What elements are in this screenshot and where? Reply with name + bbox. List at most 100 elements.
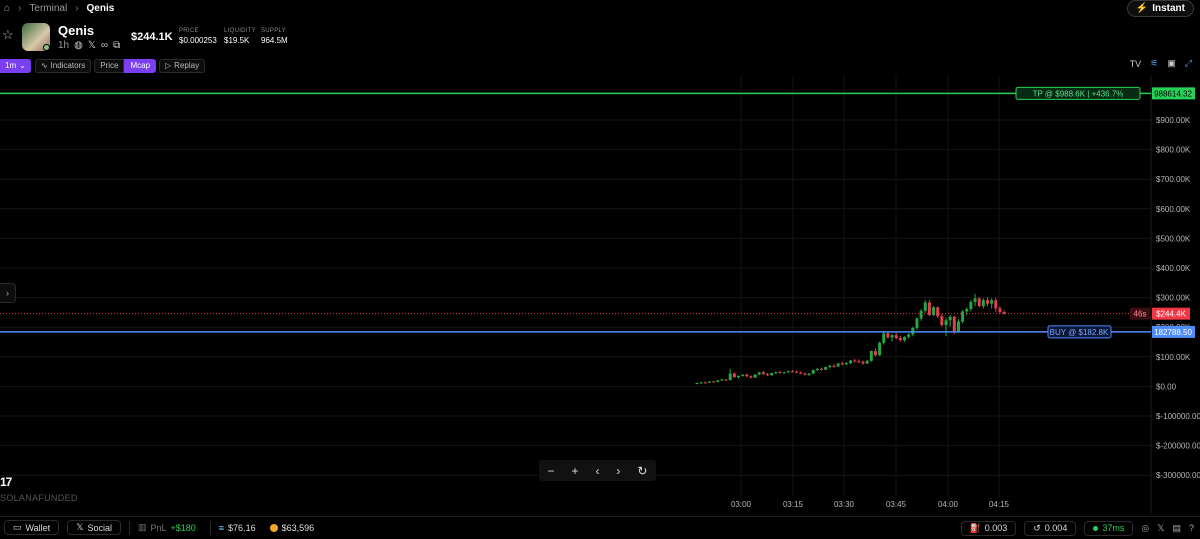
coin-balance: $63,596 bbox=[269, 522, 315, 533]
candle bbox=[799, 372, 803, 374]
indicators-label: Indicators bbox=[50, 61, 86, 70]
mcap-toggle[interactable]: Mcap bbox=[124, 58, 157, 73]
candle bbox=[961, 311, 965, 322]
social-label: Social bbox=[87, 522, 112, 533]
time-axis-label: 03:00 bbox=[731, 500, 752, 509]
star-icon[interactable]: ☆ bbox=[2, 28, 14, 41]
token-name: Qenis bbox=[58, 23, 95, 38]
breadcrumb: ⌂ › Terminal › Qenis bbox=[0, 0, 1200, 17]
time-axis-label: 03:15 bbox=[783, 500, 804, 509]
status-dot bbox=[43, 44, 50, 51]
candle bbox=[695, 383, 699, 385]
coin-balance-value: $63,596 bbox=[281, 522, 315, 533]
candle bbox=[998, 308, 1002, 312]
price-axis-label: $400.00K bbox=[1156, 264, 1191, 273]
candle bbox=[790, 371, 794, 373]
price-toggle[interactable]: Price bbox=[94, 58, 125, 73]
candle bbox=[973, 298, 977, 302]
stat-price: PRICE $0.000253 bbox=[179, 28, 217, 45]
social-button[interactable]: 𝕏 Social bbox=[67, 520, 121, 535]
market-cap: $244.1K bbox=[131, 31, 173, 43]
wallet-button[interactable]: ▭ Wallet bbox=[4, 520, 60, 535]
time-axis-label: 04:15 bbox=[989, 500, 1010, 509]
home-icon[interactable]: ⌂ bbox=[4, 3, 10, 14]
candle bbox=[836, 363, 840, 367]
expand-icon[interactable]: ⤢ bbox=[1185, 58, 1192, 69]
play-icon: ▷ bbox=[165, 61, 172, 70]
candle bbox=[757, 372, 761, 375]
reset-chart-button[interactable]: ↻ bbox=[637, 464, 647, 478]
ping-dot bbox=[1093, 525, 1099, 531]
price-axis-label: $700.00K bbox=[1156, 175, 1191, 184]
price-axis-label: $800.00K bbox=[1156, 146, 1191, 155]
link-icon[interactable]: ∞ bbox=[101, 40, 108, 51]
replay-button[interactable]: ▷ Replay bbox=[159, 58, 206, 73]
candle bbox=[977, 298, 981, 307]
candle bbox=[919, 310, 923, 319]
chart-canvas[interactable]: $900.00K $800.00K $700.00K $600.00K $500.00K… bbox=[0, 76, 1200, 514]
replay-label: Replay bbox=[174, 61, 200, 70]
timeframe-select[interactable]: 1m ⌄ bbox=[0, 58, 31, 73]
zoom-out-button[interactable]: − bbox=[547, 464, 554, 478]
candle bbox=[749, 376, 753, 378]
x-icon[interactable]: 𝕏 bbox=[88, 40, 96, 51]
candle bbox=[849, 360, 853, 363]
buy-axis-value: 182788.50 bbox=[1154, 328, 1192, 337]
candle bbox=[944, 320, 948, 326]
candle bbox=[861, 361, 865, 364]
lightning-icon: ⚡ bbox=[1135, 3, 1149, 14]
price-axis-label: $0.00 bbox=[1156, 382, 1177, 391]
docs-icon[interactable]: ▤ bbox=[1172, 523, 1181, 534]
candle bbox=[969, 301, 973, 310]
drawing-tool-icon[interactable]: ⚟ bbox=[1150, 58, 1158, 69]
tradingview-icon[interactable]: TV bbox=[1130, 59, 1142, 69]
candle bbox=[712, 381, 716, 383]
scroll-left-button[interactable]: ‹ bbox=[595, 464, 599, 478]
bribe-fee-button[interactable]: ↺ 0.004 bbox=[1024, 520, 1077, 536]
candle bbox=[778, 372, 782, 374]
candle bbox=[994, 300, 998, 309]
chevron-right-icon: › bbox=[18, 3, 22, 14]
scroll-right-button[interactable]: › bbox=[616, 464, 620, 478]
price-axis-label: $100.00K bbox=[1156, 353, 1191, 362]
zoom-in-button[interactable]: + bbox=[571, 464, 578, 478]
watermark: SOLANAFUNDED bbox=[0, 493, 78, 503]
candle bbox=[890, 335, 894, 338]
time-axis-label: 03:45 bbox=[886, 500, 907, 509]
indicators-button[interactable]: ∿ Indicators bbox=[34, 58, 92, 73]
priority-fee-button[interactable]: ⛽ 0.003 bbox=[960, 520, 1017, 536]
candle bbox=[770, 372, 774, 376]
fee2-value: 0.004 bbox=[1044, 523, 1068, 533]
token-age: 1h bbox=[58, 40, 70, 51]
candle bbox=[720, 379, 724, 381]
price-chart[interactable]: $900.00K $800.00K $700.00K $600.00K $500.00K… bbox=[0, 76, 1200, 514]
x-icon[interactable]: 𝕏 bbox=[1157, 523, 1164, 534]
solana-icon: ≡ bbox=[218, 522, 225, 533]
instant-button[interactable]: ⚡ Instant bbox=[1126, 0, 1194, 17]
pnl[interactable]: ▥ PnL +$180 bbox=[138, 522, 196, 533]
time-axis-label: 03:30 bbox=[834, 500, 855, 509]
globe-icon[interactable]: ◍ bbox=[74, 40, 83, 51]
sidebar-toggle[interactable]: › bbox=[0, 283, 16, 303]
ping-value: 37ms bbox=[1102, 523, 1125, 533]
stat-value: 964.5M bbox=[261, 36, 288, 45]
candle bbox=[986, 300, 989, 304]
candle bbox=[786, 371, 790, 373]
current-price-value: $244.4K bbox=[1156, 310, 1186, 319]
screenshot-icon[interactable]: ▣ bbox=[1167, 58, 1176, 69]
buy-label: BUY @ $182.8K bbox=[1050, 328, 1109, 337]
copy-icon[interactable]: ⧉ bbox=[113, 40, 120, 51]
discord-icon[interactable]: ◎ bbox=[1141, 523, 1149, 534]
help-icon[interactable]: ? bbox=[1189, 523, 1194, 533]
ping-indicator: 37ms bbox=[1084, 520, 1134, 536]
timeframe-label: 1m bbox=[5, 61, 17, 70]
price-axis-label: $900.00K bbox=[1156, 116, 1191, 125]
candle bbox=[965, 309, 969, 312]
candle bbox=[956, 321, 960, 333]
price-axis-label: $500.00K bbox=[1156, 234, 1191, 243]
candle bbox=[811, 370, 815, 374]
breadcrumb-terminal[interactable]: Terminal bbox=[29, 3, 67, 14]
coin-icon bbox=[269, 523, 278, 532]
candle bbox=[728, 373, 732, 381]
candle bbox=[936, 307, 940, 317]
